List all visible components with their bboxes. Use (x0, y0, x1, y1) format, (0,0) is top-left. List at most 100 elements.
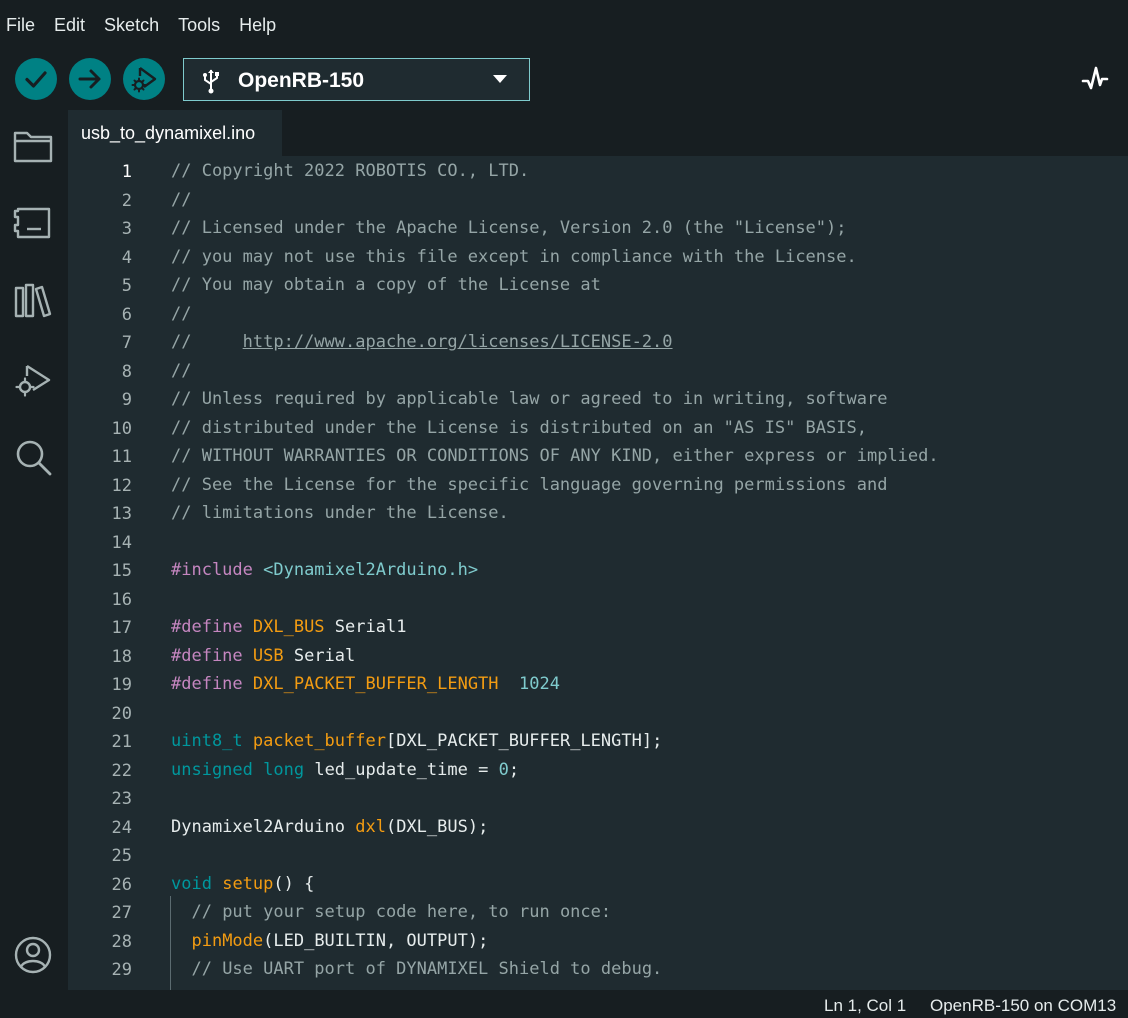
line-number: 9 (121, 390, 132, 410)
line-number: 3 (121, 219, 132, 239)
line-number: 27 (111, 903, 132, 923)
library-manager-button[interactable] (12, 280, 54, 322)
code-line[interactable]: // See the License for the specific lang… (171, 474, 887, 496)
menu-tools[interactable]: Tools (178, 15, 220, 36)
code-line[interactable]: // distributed under the License is dist… (171, 417, 867, 439)
code-token: // (171, 303, 192, 324)
cursor-position[interactable]: Ln 1, Col 1 (824, 996, 906, 1016)
status-bar: Ln 1, Col 1 OpenRB-150 on COM13 (0, 992, 1128, 1018)
code-token: DXL_PACKET_BUFFER_LENGTH (252, 674, 499, 694)
code-line[interactable]: // put your setup code here, to run once… (171, 901, 611, 923)
line-number: 22 (111, 760, 132, 781)
debug-panel-button[interactable] (12, 358, 54, 400)
code-token: unsigned (171, 759, 253, 780)
boards-manager-button[interactable] (12, 202, 54, 244)
debug-button[interactable] (123, 58, 165, 100)
code-token: // Unless required by applicable law or … (171, 389, 888, 409)
line-number: 19 (111, 675, 132, 695)
menu-file[interactable]: File (6, 15, 35, 36)
code-line[interactable]: // http://www.apache.org/licenses/LICENS… (171, 331, 673, 353)
debug-icon (15, 364, 51, 397)
code-token: led_update_time = (304, 759, 499, 780)
code-token: 1024 (519, 674, 560, 694)
code-line[interactable]: #define USB Serial (171, 645, 355, 667)
line-number: 1 (121, 162, 132, 182)
code-token: // put your setup code here, to run once… (191, 902, 612, 922)
code-line[interactable]: unsigned long led_update_time = 0; (171, 759, 519, 781)
board-manager-icon (13, 207, 51, 239)
code-token: void (171, 873, 212, 894)
board-selector[interactable]: OpenRB-150 (183, 58, 530, 101)
board-port-status[interactable]: OpenRB-150 on COM13 (930, 996, 1116, 1016)
code-line[interactable]: #define DXL_BUS Serial1 (171, 616, 406, 638)
menu-edit[interactable]: Edit (54, 15, 85, 36)
sketchbook-button[interactable] (12, 124, 54, 166)
code-token: // you may not use this file except in c… (171, 246, 857, 267)
code-token: // WITHOUT WARRANTIES OR CONDITIONS OF A… (171, 446, 939, 466)
line-number: 11 (111, 447, 132, 467)
line-number: 21 (111, 732, 132, 752)
code-token: #define (171, 617, 253, 637)
tab-usb-to-dynamixel[interactable]: usb_to_dynamixel.ino (68, 110, 282, 156)
chevron-down-icon (493, 75, 507, 83)
code-line[interactable]: // You may obtain a copy of the License … (171, 274, 601, 296)
account-icon (14, 936, 52, 974)
code-token: Dynamixel2Arduino (171, 816, 356, 837)
code-line[interactable]: pinMode(LED_BUILTIN, OUTPUT); (171, 930, 488, 952)
code-token: USB (252, 645, 284, 666)
line-number: 15 (111, 561, 132, 581)
code-token: // limitations under the License. (171, 503, 509, 523)
line-number: 16 (111, 589, 132, 610)
library-icon (14, 283, 52, 318)
serial-plotter-icon[interactable] (1081, 64, 1109, 94)
code-token: dxl (355, 816, 386, 837)
code-token: // (171, 332, 243, 352)
code-area[interactable]: // Copyright 2022 ROBOTIS CO., LTD.//// … (171, 156, 1121, 990)
code-token: setup (222, 873, 274, 894)
code-line[interactable]: // (171, 189, 191, 211)
code-token: uint8_t (171, 731, 243, 751)
verify-button[interactable] (15, 58, 57, 100)
line-number: 4 (121, 247, 132, 268)
code-token: // Copyright 2022 ROBOTIS CO., LTD. (171, 161, 530, 181)
code-line[interactable]: // you may not use this file except in c… (171, 246, 857, 268)
code-line[interactable]: void setup() { (171, 873, 314, 895)
code-line[interactable]: // Licensed under the Apache License, Ve… (171, 217, 847, 239)
tab-bar: usb_to_dynamixel.ino (68, 110, 1128, 156)
indent-guide (170, 896, 171, 990)
code-token: // See the License for the specific lang… (171, 474, 888, 495)
upload-button[interactable] (69, 58, 111, 100)
code-line[interactable]: // Use UART port of DYNAMIXEL Shield to … (171, 958, 662, 980)
code-token: #include (171, 560, 264, 580)
sidebar (0, 110, 68, 992)
code-line[interactable]: // WITHOUT WARRANTIES OR CONDITIONS OF A… (171, 445, 939, 467)
debug-icon (131, 67, 157, 93)
code-token: () { (273, 873, 315, 894)
code-token: #define (171, 674, 253, 694)
line-number: 24 (111, 817, 132, 838)
code-token: (LED_BUILTIN, OUTPUT); (263, 930, 489, 951)
code-token: [DXL_PACKET_BUFFER_LENGTH]; (385, 731, 663, 751)
line-number: 13 (111, 504, 132, 524)
account-button[interactable] (12, 934, 54, 976)
code-line[interactable]: // (171, 360, 191, 382)
line-number: 26 (111, 874, 132, 895)
code-editor[interactable]: 1 2 3 4 5 6 7 8 9 10 11 12 13 14 15 16 17 18 19 20 21 22 23 24 2… (68, 156, 1128, 990)
code-line[interactable]: Dynamixel2Arduino dxl(DXL_BUS); (171, 816, 488, 838)
code-line[interactable]: // limitations under the License. (171, 502, 509, 524)
code-line[interactable]: #include <Dynamixel2Arduino.h> (171, 559, 478, 581)
code-line[interactable]: // Copyright 2022 ROBOTIS CO., LTD. (171, 160, 529, 182)
code-line[interactable]: uint8_t packet_buffer[DXL_PACKET_BUFFER_… (171, 730, 662, 752)
menu-sketch[interactable]: Sketch (104, 15, 159, 36)
code-line[interactable]: #define DXL_PACKET_BUFFER_LENGTH 1024 (171, 673, 560, 695)
code-line[interactable]: // Unless required by applicable law or … (171, 388, 887, 410)
line-number-gutter: 1 2 3 4 5 6 7 8 9 10 11 12 13 14 15 16 17 18 19 20 21 22 23 24 2… (68, 156, 168, 990)
code-token: http://www.apache.org/licenses/LICENSE-2… (242, 332, 673, 352)
line-number: 25 (111, 846, 132, 866)
menu-help[interactable]: Help (239, 15, 276, 36)
code-token: // (171, 360, 192, 381)
code-line[interactable]: // (171, 303, 191, 325)
search-button[interactable] (12, 436, 54, 478)
